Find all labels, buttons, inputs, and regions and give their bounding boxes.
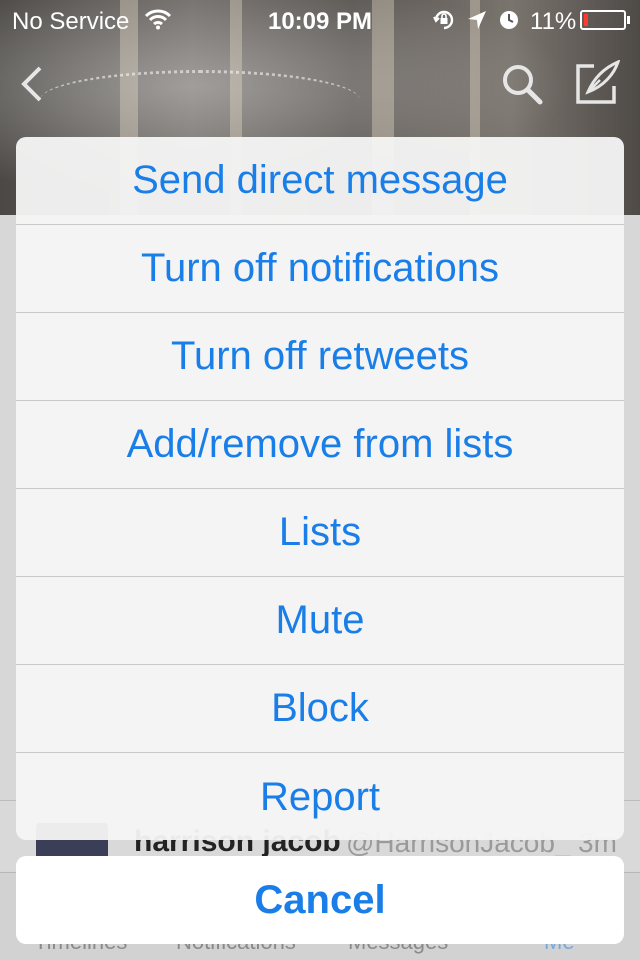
compose-icon[interactable] <box>574 60 620 106</box>
add-remove-from-lists-button[interactable]: Add/remove from lists <box>16 401 624 489</box>
mute-button[interactable]: Mute <box>16 577 624 665</box>
report-button[interactable]: Report <box>16 753 624 840</box>
search-icon[interactable] <box>500 62 544 106</box>
location-arrow-icon <box>468 11 486 29</box>
status-bar: No Service 10:09 PM 11% <box>0 0 640 40</box>
turn-off-notifications-button[interactable]: Turn off notifications <box>16 225 624 313</box>
cancel-button[interactable]: Cancel <box>16 856 624 944</box>
back-chevron-icon[interactable] <box>18 64 46 104</box>
action-sheet: Send direct message Turn off notificatio… <box>16 137 624 840</box>
battery-icon <box>580 10 630 30</box>
send-direct-message-button[interactable]: Send direct message <box>16 137 624 225</box>
alarm-icon <box>500 11 518 29</box>
orientation-lock-icon <box>433 10 454 30</box>
lists-button[interactable]: Lists <box>16 489 624 577</box>
battery-percent: 11% <box>530 8 577 35</box>
screen: harrison jacob @HarrisonJacob_ 3m Timeli… <box>0 0 640 960</box>
turn-off-retweets-button[interactable]: Turn off retweets <box>16 313 624 401</box>
block-button[interactable]: Block <box>16 665 624 753</box>
